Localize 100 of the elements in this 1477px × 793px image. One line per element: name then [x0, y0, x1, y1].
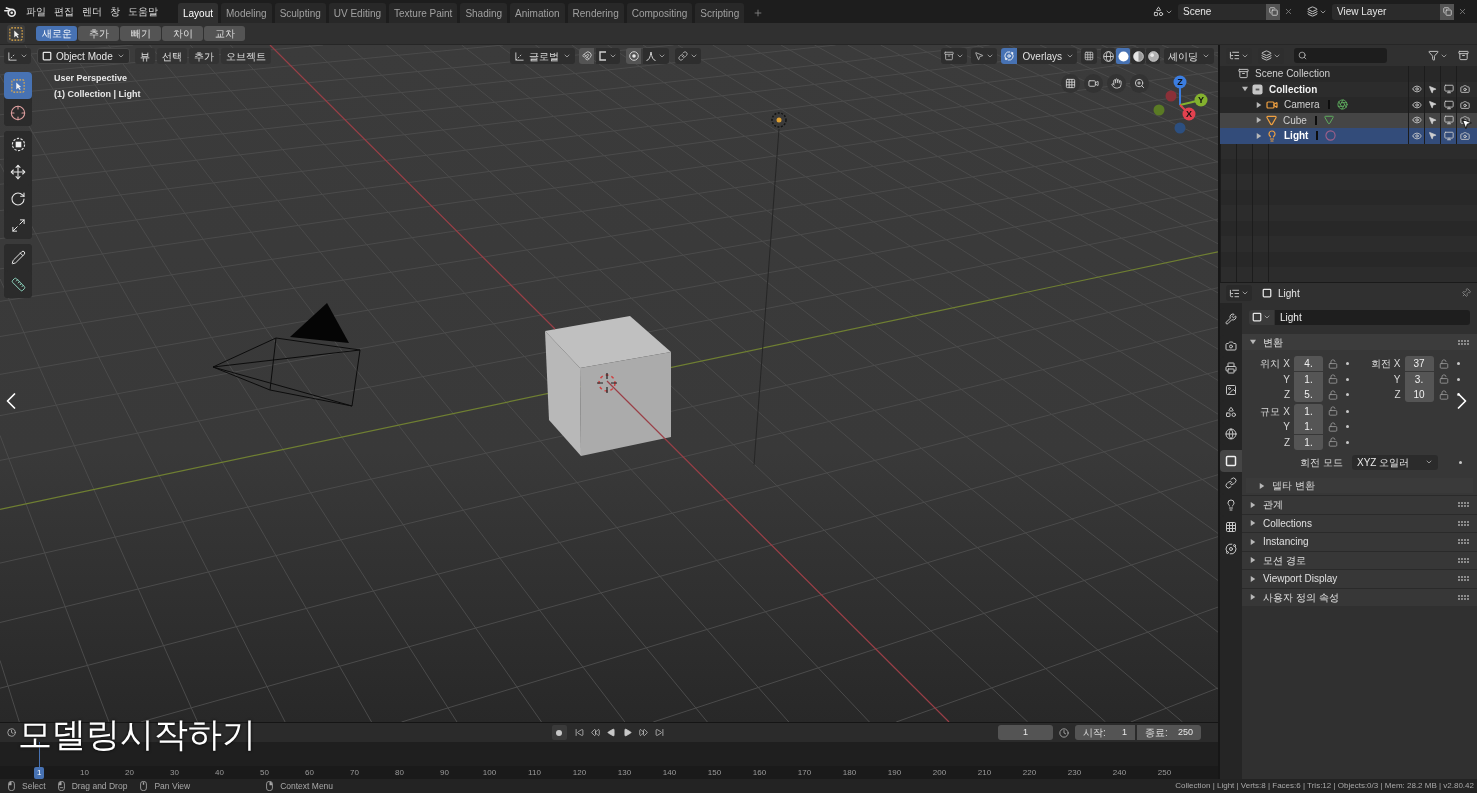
overlays-dropdown[interactable]: Overlays: [1016, 48, 1077, 64]
falloff-dropdown[interactable]: [643, 48, 670, 64]
viewport-gizmo-dropdown[interactable]: [970, 48, 997, 64]
keyframe-dot-icon[interactable]: [1346, 377, 1349, 381]
drag-handle-icon[interactable]: [1458, 502, 1469, 508]
scene-field[interactable]: Scene: [1178, 3, 1266, 20]
monitor-icon[interactable]: [1443, 130, 1454, 141]
shading-dropdown[interactable]: 셰이딩: [1164, 48, 1214, 64]
logo-icon[interactable]: [4, 5, 17, 18]
panel-header[interactable]: 변환: [1242, 334, 1477, 350]
disclosure-triangle-icon[interactable]: [1256, 132, 1262, 139]
number-field[interactable]: 1.: [1294, 419, 1323, 435]
workspace-tab[interactable]: UV Editing: [328, 3, 386, 23]
selection-mode-button[interactable]: 교차: [204, 26, 245, 41]
keyframe-button[interactable]: [551, 725, 567, 740]
workspace-tab[interactable]: Texture Paint: [389, 3, 458, 23]
disclosure-triangle-icon[interactable]: [1259, 482, 1265, 489]
monitor-icon[interactable]: [1443, 84, 1454, 95]
disclosure-triangle-icon[interactable]: [1250, 501, 1256, 508]
shading-mode-button[interactable]: [1116, 48, 1130, 64]
axis-handle[interactable]: Z: [1173, 75, 1187, 106]
disclosure-triangle-icon[interactable]: [1250, 575, 1256, 582]
object-name-field[interactable]: Light: [1275, 309, 1470, 325]
monitor-icon[interactable]: [1443, 99, 1454, 110]
active-tool-button[interactable]: [7, 24, 25, 43]
keyframe-dot-icon[interactable]: [1346, 440, 1349, 444]
keyframe-dot-icon[interactable]: [1456, 377, 1460, 381]
shading-mode-button[interactable]: [1146, 48, 1160, 64]
rotation-mode-dropdown[interactable]: XYZ 오일러: [1352, 454, 1438, 470]
disclosure-triangle-icon[interactable]: [1250, 594, 1256, 601]
keyframe-dot-icon[interactable]: [1346, 409, 1349, 413]
monitor-icon[interactable]: [1443, 115, 1454, 126]
end-frame-field[interactable]: 종료: 250: [1137, 725, 1201, 740]
number-field[interactable]: 3.: [1404, 371, 1434, 387]
drag-handle-icon[interactable]: [1458, 539, 1469, 545]
number-field[interactable]: 1.: [1294, 371, 1323, 387]
workspace-tab[interactable]: Modeling: [221, 3, 272, 23]
negative-axis-handle[interactable]: [1153, 104, 1165, 116]
menu-item[interactable]: 선택: [156, 48, 187, 64]
aperture-icon[interactable]: [1336, 99, 1348, 111]
camera-icon[interactable]: [1459, 84, 1470, 95]
plus-icon[interactable]: [753, 8, 764, 18]
properties-tab[interactable]: [1220, 450, 1242, 472]
editor-type-button[interactable]: [4, 48, 31, 64]
number-field[interactable]: 5.: [1294, 387, 1323, 403]
panel-header[interactable]: Instancing: [1242, 532, 1477, 551]
keyframe-dot-icon[interactable]: [1459, 460, 1462, 464]
transform-orientation-dropdown[interactable]: 글로벌: [510, 48, 576, 64]
menu-item[interactable]: 편집: [50, 2, 78, 21]
workspace-tab[interactable]: Scripting: [695, 3, 745, 23]
unlocked-padlock-icon[interactable]: [1328, 389, 1338, 400]
menu-item[interactable]: 추가: [188, 48, 219, 64]
negative-axis-handle[interactable]: [1165, 90, 1177, 102]
unlocked-padlock-icon[interactable]: [1328, 437, 1338, 448]
number-field[interactable]: 1.: [1294, 403, 1323, 419]
clock-icon[interactable]: [1059, 727, 1069, 738]
drag-handle-icon[interactable]: [1458, 594, 1469, 600]
axis-handle[interactable]: X: [1179, 104, 1196, 121]
triangle-icon[interactable]: [1323, 115, 1334, 126]
start-frame-field[interactable]: 시작: 1: [1075, 725, 1135, 740]
menu-item[interactable]: 창: [106, 2, 124, 21]
proportional-editing-toggle[interactable]: [626, 48, 642, 64]
keyframe-dot-icon[interactable]: [1346, 362, 1349, 366]
view-layer-field[interactable]: View Layer: [1332, 3, 1440, 20]
disclosure-triangle-icon[interactable]: [1256, 117, 1262, 124]
navigation-gizmo[interactable]: Z Y X: [1148, 72, 1212, 136]
drag-handle-icon[interactable]: [1458, 557, 1469, 563]
menu-item[interactable]: 파일: [22, 2, 50, 21]
workspace-tab[interactable]: Compositing: [626, 3, 693, 23]
workspace-tab[interactable]: Layout: [178, 3, 219, 23]
menu-item[interactable]: 오브젝트: [220, 48, 271, 64]
mode-dropdown[interactable]: Object Mode: [37, 48, 130, 64]
eye-icon[interactable]: [1411, 84, 1422, 95]
outliner-row[interactable]: Light: [1220, 128, 1477, 144]
unlocked-padlock-icon[interactable]: [1438, 389, 1449, 400]
disclosure-triangle-icon[interactable]: [1242, 86, 1248, 93]
number-field[interactable]: 10: [1404, 387, 1434, 403]
drag-handle-icon[interactable]: [1458, 576, 1469, 582]
unlocked-padlock-icon[interactable]: [1328, 374, 1338, 385]
eye-icon[interactable]: [1411, 99, 1422, 110]
shading-mode-button[interactable]: [1131, 48, 1145, 64]
eye-icon[interactable]: [1411, 115, 1422, 126]
outliner-item-label[interactable]: Cube: [1283, 112, 1307, 128]
panel-header[interactable]: 관계: [1242, 495, 1477, 514]
unlocked-padlock-icon[interactable]: [1438, 374, 1449, 385]
pivot-point-dropdown[interactable]: [675, 48, 702, 64]
eye-icon[interactable]: [1411, 130, 1422, 141]
keyframe-dot-icon[interactable]: [1346, 393, 1349, 397]
snap-element-dropdown[interactable]: [596, 48, 621, 64]
number-field[interactable]: 37: [1404, 356, 1434, 372]
disclosure-triangle-icon[interactable]: [1256, 101, 1262, 108]
duplicate-button[interactable]: [1266, 3, 1280, 20]
menu-item[interactable]: 렌더: [78, 2, 106, 21]
shading-mode-button[interactable]: [1101, 48, 1115, 64]
number-field[interactable]: 4.: [1294, 356, 1323, 372]
outliner-item-label[interactable]: Light: [1284, 128, 1309, 144]
selection-mode-button[interactable]: 빼기: [120, 26, 161, 41]
disclosure-triangle-icon[interactable]: [1250, 538, 1256, 545]
editor-type-button[interactable]: [1226, 285, 1252, 301]
keyframe-dot-icon[interactable]: [1456, 393, 1460, 397]
